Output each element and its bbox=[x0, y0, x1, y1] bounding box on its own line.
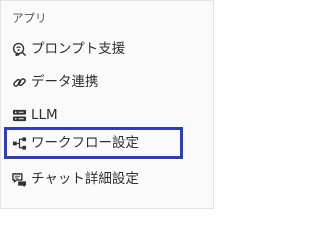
sidebar-item-prompt-support[interactable]: プロンプト支援 bbox=[12, 35, 125, 63]
sidebar-item-chat-settings[interactable]: チャット詳細設定 bbox=[12, 165, 139, 193]
sidebar-item-label: LLM bbox=[31, 107, 58, 123]
sidebar-item-workflow-settings[interactable]: ワークフロー設定 bbox=[4, 127, 183, 159]
sidebar-item-data-integration[interactable]: データ連携 bbox=[12, 68, 99, 96]
sidebar-menu: アプリ プロンプト支援 データ連携 LLM ワークフロー設定 チャット詳細設定 bbox=[0, 0, 214, 209]
section-title: アプリ bbox=[12, 11, 47, 25]
chat-settings-icon bbox=[12, 172, 27, 187]
sidebar-item-label: データ連携 bbox=[31, 74, 99, 90]
sidebar-item-label: ワークフロー設定 bbox=[31, 135, 139, 151]
sidebar-item-label: プロンプト支援 bbox=[31, 41, 126, 57]
sidebar-item-label: チャット詳細設定 bbox=[31, 171, 139, 187]
sidebar-item-llm[interactable]: LLM bbox=[12, 101, 58, 129]
server-icon bbox=[12, 108, 27, 123]
workflow-icon bbox=[12, 136, 27, 151]
link-icon bbox=[12, 75, 27, 90]
prompt-support-icon bbox=[12, 42, 27, 57]
